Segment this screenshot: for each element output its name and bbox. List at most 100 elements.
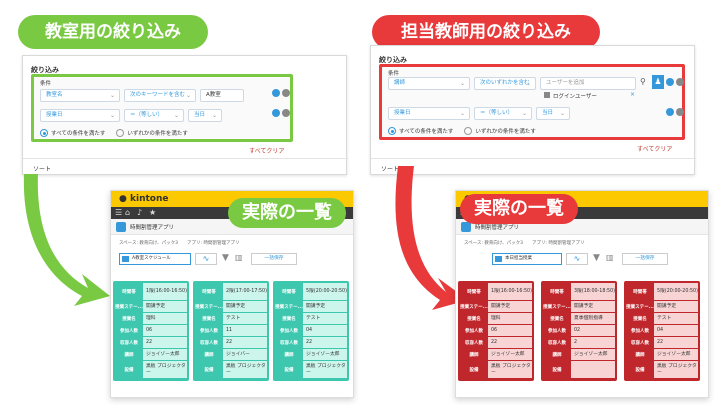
card-field-label: 時間帯 <box>633 289 647 295</box>
card-field-label: 収容人数 <box>631 340 649 346</box>
card-field-row: 設備 黒板 プロジェクター <box>115 361 187 378</box>
card-field-row: 収容人数 2 <box>543 337 615 348</box>
card-field-value: ジョイゾー太郎 <box>571 349 615 360</box>
right-view-label: 本日担当授業 <box>505 256 532 261</box>
right-graph-button[interactable]: ∿ <box>566 253 588 265</box>
left-value-2-label: 当日 <box>194 112 206 118</box>
chart-icon[interactable]: ▥ <box>606 253 614 262</box>
chevron-down-icon: ⌄ <box>109 112 115 119</box>
card-field-label: 時間帯 <box>202 289 216 295</box>
chevron-down-icon: ⌄ <box>109 92 115 99</box>
right-remove-condition-1-button[interactable] <box>676 78 684 86</box>
filter-icon[interactable]: ▼ <box>222 253 229 263</box>
right-app-title[interactable]: 時間割管理アプリ <box>475 223 519 231</box>
left-graph-button[interactable]: ∿ <box>195 253 217 265</box>
card-field-value: 1限(16:00-16:50) <box>143 283 187 300</box>
card-field-label: 時間帯 <box>550 289 564 295</box>
card-field-row: 講師 ジョイゾー太郎 <box>626 349 698 360</box>
left-remove-condition-2-button[interactable] <box>282 109 290 117</box>
left-clear-all-link[interactable]: すべてクリア <box>249 146 284 155</box>
right-radio-all[interactable] <box>388 127 396 135</box>
chip-close-icon[interactable]: × <box>630 91 635 98</box>
card-field-value: テスト <box>223 313 267 324</box>
card-field-row: 時間帯 5限(20:00-20:50) <box>275 283 347 300</box>
left-view-select[interactable]: A教室スケジュール <box>119 253 191 265</box>
record-card[interactable]: 時間帯 5限(20:00-20:50) 授業ステー... 開講予定 授業名 テスト 参加人数… <box>273 281 349 381</box>
right-field-select-1[interactable]: 講師 ⌄ <box>388 77 470 90</box>
card-field-label: 授業ステー... <box>543 304 571 310</box>
card-field-label: 授業名 <box>122 316 136 322</box>
record-card[interactable]: 時間帯 3限(18:00-18:50) 授業ステー... 開講予定 授業名 夏季個別指導参… <box>541 281 617 381</box>
bell-icon[interactable]: ♪ <box>137 208 142 217</box>
card-field-row: 設備 黒板 プロジェクター <box>275 361 347 378</box>
right-field-select-2[interactable]: 授業日 ⌄ <box>388 107 470 120</box>
card-field-label: 授業ステー... <box>626 304 654 310</box>
left-remove-condition-1-button[interactable] <box>282 89 290 97</box>
card-field-value: 06 <box>143 325 187 336</box>
card-field-value: ジョイゾー太郎 <box>654 349 698 360</box>
left-add-condition-2-button[interactable] <box>272 109 280 117</box>
card-field-label: 時間帯 <box>122 289 136 295</box>
left-field-2-label: 授業日 <box>46 112 63 118</box>
card-field-row: 授業名 テスト <box>195 313 267 324</box>
card-field-value: 04 <box>654 325 698 336</box>
right-value-select-2[interactable]: 当日 ⌄ <box>536 107 570 120</box>
left-add-condition-1-button[interactable] <box>272 89 280 97</box>
card-field-label: 講師 <box>469 352 479 358</box>
card-field-label: 講師 <box>204 352 214 358</box>
card-field-value: ジョイゾー太郎 <box>143 349 187 360</box>
left-operator-select-2[interactable]: ＝（等しい） ⌄ <box>124 109 184 122</box>
star-icon[interactable]: ★ <box>149 208 156 217</box>
card-field-value: 開講予定 <box>223 301 267 312</box>
right-radio-any-label: いずれかの条件を満たす <box>475 129 536 135</box>
card-field-label: 時間帯 <box>467 289 481 295</box>
right-user-search-input[interactable]: ユーザーを追加 <box>540 77 636 90</box>
left-breadcrumb: スペース: 教育向け、パック3 アプリ: 時間割管理アプリ <box>119 241 240 246</box>
right-add-condition-1-button[interactable] <box>666 78 674 86</box>
right-clear-all-link[interactable]: すべてクリア <box>637 144 672 153</box>
left-app-title[interactable]: 時間割管理アプリ <box>130 223 174 231</box>
filter-icon[interactable]: ▼ <box>593 253 600 263</box>
card-field-value: 理科 <box>488 313 532 324</box>
card-field-row: 収容人数 22 <box>275 337 347 348</box>
record-card[interactable]: 時間帯 5限(20:00-20:50) 授業ステー... 開講予定 授業名 テスト 参加人数… <box>624 281 700 381</box>
right-add-condition-2-button[interactable] <box>666 108 674 116</box>
card-field-label: 授業ステー... <box>460 304 488 310</box>
right-chip-label: ログインユーザー <box>553 94 597 100</box>
right-operator-select-2[interactable]: ＝（等しい） ⌄ <box>474 107 532 120</box>
home-icon[interactable]: ⌂ <box>125 208 130 217</box>
card-field-row: 授業ステー... 開講予定 <box>626 301 698 312</box>
right-condition-box: 条件 講師 ⌄ 次のいずれかを含む ⌄ ユーザーを追加 ⚲ ♟ ログインユーザー ×… <box>379 64 685 140</box>
user-picker-icon[interactable]: ♟ <box>652 75 664 89</box>
left-field-select-1[interactable]: 教室名 ⌄ <box>40 89 120 102</box>
record-card[interactable]: 時間帯 1限(16:00-16:50) 授業ステー... 開講予定 授業名 理科 参加人数 0… <box>113 281 189 381</box>
right-value-2-label: 当日 <box>542 110 554 116</box>
left-bulk-save-button[interactable]: 一括保存 <box>251 253 297 265</box>
left-value-input-1[interactable]: A教室 <box>200 89 244 102</box>
menu-icon[interactable]: ☰ <box>115 208 122 217</box>
card-field-row: 参加人数 06 <box>460 325 532 336</box>
right-bulk-save-button[interactable]: 一括保存 <box>622 253 668 265</box>
card-field-value: 5限(20:00-20:50) <box>654 283 698 300</box>
right-login-user-chip: ログインユーザー <box>544 92 597 100</box>
left-field-select-2[interactable]: 授業日 ⌄ <box>40 109 120 122</box>
record-card[interactable]: 時間帯 1限(16:00-16:50) 授業ステー... 開講予定 授業名 理科 参加人数 0… <box>458 281 534 381</box>
right-operator-select-1[interactable]: 次のいずれかを含む ⌄ <box>474 77 536 90</box>
left-radio-any[interactable] <box>116 129 125 137</box>
card-field-value: ジョイゾー太郎 <box>488 349 532 360</box>
card-field-label: 設備 <box>204 367 214 373</box>
chart-icon[interactable]: ▥ <box>235 253 243 262</box>
left-operator-select-1[interactable]: 次のキーワードを含む ⌄ <box>124 89 196 102</box>
left-operator-2-label: ＝（等しい） <box>130 112 164 118</box>
right-radio-any[interactable] <box>464 127 473 135</box>
search-icon[interactable]: ⚲ <box>640 77 646 86</box>
left-value-select-2[interactable]: 当日 ⌄ <box>188 109 222 122</box>
right-remove-condition-2-button[interactable] <box>676 108 684 116</box>
card-field-label: 収容人数 <box>548 340 566 346</box>
right-view-select[interactable]: 本日担当授業 <box>492 253 562 265</box>
record-card[interactable]: 時間帯 2限(17:00-17:50) 授業ステー... 開講予定 授業名 テスト 参加人数… <box>193 281 269 381</box>
card-field-row: 授業ステー... 開講予定 <box>543 301 615 312</box>
card-field-label: 授業名 <box>282 316 296 322</box>
left-radio-all[interactable] <box>40 129 48 137</box>
card-field-row: 授業ステー... 開講予定 <box>195 301 267 312</box>
